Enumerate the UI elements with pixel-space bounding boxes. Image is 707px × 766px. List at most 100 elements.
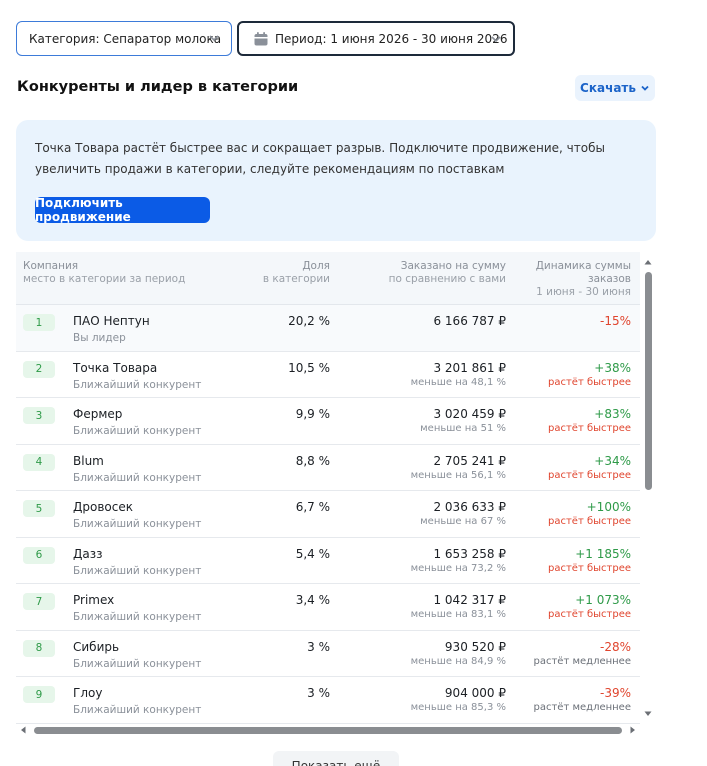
header-company-label: Компания xyxy=(23,260,79,272)
header-ordered-sub: по сравнению с вами xyxy=(388,273,506,285)
company-name: Primex xyxy=(73,593,115,607)
ordered-amount: 1 042 317 ₽ xyxy=(433,593,506,607)
category-share: 8,8 % xyxy=(295,453,330,468)
dynamics-value: +34% xyxy=(594,453,631,468)
company-name: Точка Товара xyxy=(73,360,158,375)
table-row[interactable]: 1 ПАО Нептун Вы лидер 20,2 % 6 166 787 ₽ -15% xyxy=(16,305,640,352)
header-ordered-label: Заказано на сумму xyxy=(400,260,506,272)
promo-banner: Точка Товара растёт быстрее вас и сокращ… xyxy=(16,120,656,241)
scroll-up-arrow-icon[interactable] xyxy=(643,257,653,267)
category-share: 3 % xyxy=(307,686,330,700)
category-share: 3,4 % xyxy=(295,593,330,607)
table-header: Компания место в категории за период Дол… xyxy=(16,252,640,305)
company-status: Ближайший конкурент xyxy=(73,425,202,437)
table-row[interactable]: 9 Глоу Ближайший конкурент 3 % 904 000 ₽ мень… xyxy=(16,677,640,724)
ordered-comparison: меньше на 67 % xyxy=(420,516,506,527)
dynamics-status: растёт медленнее xyxy=(533,655,632,667)
dynamics-value: -15% xyxy=(599,314,631,328)
header-company-sub: место в категории за период xyxy=(23,273,186,285)
enable-promotion-button[interactable]: Подключить продвижение xyxy=(35,196,210,224)
rank-badge: 6 xyxy=(23,546,55,564)
category-share: 10,5 % xyxy=(288,360,330,375)
category-share: 3 % xyxy=(307,639,330,654)
calendar-icon xyxy=(254,31,268,45)
section-title: Конкуренты и лидер в категории xyxy=(17,79,299,95)
download-button[interactable]: Скачать xyxy=(575,75,655,101)
dynamics-status: растёт быстрее xyxy=(548,423,631,434)
category-share: 20,2 % xyxy=(288,314,330,328)
ordered-amount: 904 000 ₽ xyxy=(444,686,506,700)
company-status: Ближайший конкурент xyxy=(73,657,202,670)
header-dynamics-label-2: заказов xyxy=(588,273,631,285)
rank-badge: 7 xyxy=(23,593,55,610)
company-name: Сибирь xyxy=(73,639,120,654)
show-more-button[interactable]: Показать ещё xyxy=(273,751,399,766)
ordered-amount: 6 166 787 ₽ xyxy=(433,314,506,328)
header-company: Компания место в категории за период xyxy=(23,260,185,286)
rank-badge: 9 xyxy=(23,686,55,703)
company-status: Ближайший конкурент xyxy=(73,611,202,623)
ordered-amount: 3 020 459 ₽ xyxy=(433,407,506,421)
company-name: Фермер xyxy=(73,407,123,421)
ordered-comparison: меньше на 73,2 % xyxy=(410,562,506,574)
dynamics-value: +38% xyxy=(594,360,631,375)
company-status: Ближайший конкурент xyxy=(73,518,202,530)
header-share-sub: в категории xyxy=(262,273,330,285)
chevron-down-icon xyxy=(209,35,219,42)
header-dynamics-label: Динамика суммы xyxy=(535,260,631,272)
dynamics-value: +100% xyxy=(586,500,631,514)
company-name: ПАО Нептун xyxy=(73,314,150,328)
dynamics-status: растёт медленнее xyxy=(533,702,632,713)
scroll-left-arrow-icon[interactable] xyxy=(18,725,28,735)
download-button-label: Скачать xyxy=(580,81,636,95)
rank-badge: 1 xyxy=(23,314,55,331)
scroll-right-arrow-icon[interactable] xyxy=(628,725,638,735)
dynamics-status: растёт быстрее xyxy=(548,469,631,481)
company-status: Ближайший конкурент xyxy=(73,471,202,484)
category-filter-label: Категория: Сепаратор молока xyxy=(29,31,222,46)
table-row[interactable]: 4 Blum Ближайший конкурент 8,8 % 2 705 241 ₽… xyxy=(16,445,640,491)
ordered-amount: 2 705 241 ₽ xyxy=(433,453,506,468)
dynamics-value: -28% xyxy=(599,639,631,654)
company-name: Дровосек xyxy=(73,500,133,514)
dynamics-status: растёт быстрее xyxy=(548,609,631,620)
rank-badge: 8 xyxy=(23,639,55,657)
company-name: Blum xyxy=(73,453,104,468)
table-row[interactable]: 7 Primex Ближайший конкурент 3,4 % 1 042 317… xyxy=(16,584,640,631)
table-row[interactable]: 3 Фермер Ближайший конкурент 9,9 % 3 020 459… xyxy=(16,398,640,445)
rank-badge: 5 xyxy=(23,500,55,517)
scroll-down-arrow-icon[interactable] xyxy=(643,709,653,719)
vertical-scrollbar-thumb[interactable] xyxy=(645,272,652,490)
category-share: 5,4 % xyxy=(295,546,330,561)
category-share: 6,7 % xyxy=(295,500,330,514)
company-status: Ближайший конкурент xyxy=(73,378,202,391)
header-share-label: Доля xyxy=(302,260,330,272)
category-filter[interactable]: Категория: Сепаратор молока xyxy=(16,21,232,56)
dynamics-status: растёт быстрее xyxy=(548,516,631,527)
dynamics-value: -39% xyxy=(599,686,631,700)
competitors-table: Компания место в категории за период Дол… xyxy=(16,252,640,724)
table-row[interactable]: 8 Сибирь Ближайший конкурент 3 % 930 520 ₽ ме… xyxy=(16,631,640,677)
rank-badge: 3 xyxy=(23,407,55,424)
rank-badge: 2 xyxy=(23,360,55,378)
header-dynamics-sub: 1 июня - 30 июня xyxy=(536,286,631,298)
dynamics-value: +1 073% xyxy=(575,593,631,607)
table-row[interactable]: 2 Точка Товара Ближайший конкурент 10,5 % 3 … xyxy=(16,352,640,398)
header-share: Доля в категории xyxy=(216,260,330,286)
chevron-down-icon xyxy=(491,36,501,43)
ordered-amount: 930 520 ₽ xyxy=(444,639,506,654)
ordered-comparison: меньше на 85,3 % xyxy=(410,702,506,713)
header-dynamics: Динамика суммы заказов 1 июня - 30 июня xyxy=(521,260,631,299)
period-filter[interactable]: Период: 1 июня 2026 - 30 июня 2026 xyxy=(237,21,515,56)
chevron-down-icon xyxy=(641,85,649,91)
company-status: Вы лидер xyxy=(73,332,126,344)
ordered-comparison: меньше на 84,9 % xyxy=(410,655,506,667)
horizontal-scrollbar-thumb[interactable] xyxy=(34,727,622,734)
promo-text: Точка Товара растёт быстрее вас и сокращ… xyxy=(35,141,605,176)
table-row[interactable]: 5 Дровосек Ближайший конкурент 6,7 % 2 036 6… xyxy=(16,491,640,538)
table-row[interactable]: 6 Дазз Ближайший конкурент 5,4 % 1 653 258 ₽… xyxy=(16,538,640,584)
header-ordered: Заказано на сумму по сравнению с вами xyxy=(356,260,506,286)
company-name: Дазз xyxy=(73,546,103,561)
dynamics-value: +1 185% xyxy=(575,546,631,561)
ordered-comparison: меньше на 51 % xyxy=(420,423,506,434)
